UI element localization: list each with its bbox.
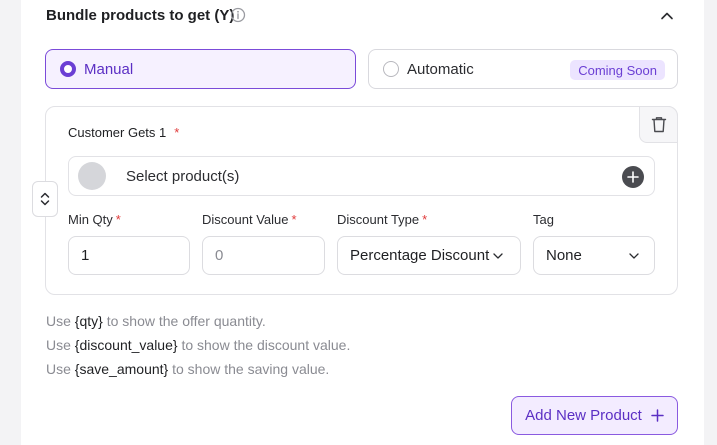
hint-code: {qty} (74, 313, 103, 329)
discount-value-input[interactable]: 0 (202, 236, 325, 275)
hint-suffix: to show the discount value. (177, 337, 351, 353)
tag-label: Tag (533, 212, 554, 227)
discount-type-select[interactable]: Percentage Discount (337, 236, 521, 275)
automatic-label: Automatic (407, 60, 474, 78)
plus-icon (651, 409, 664, 422)
hint-suffix: to show the saving value. (168, 361, 330, 377)
hint-suffix: to show the offer quantity. (102, 313, 266, 329)
hint-save-amount: Use {save_amount} to show the saving val… (46, 361, 329, 377)
required-mark: * (174, 125, 180, 140)
coming-soon-badge: Coming Soon (570, 60, 665, 80)
add-new-product-label: Add New Product (525, 407, 642, 424)
product-placeholder-avatar (78, 162, 106, 190)
min-qty-label-text: Min Qty (68, 212, 113, 227)
product-select-label: Select product(s) (126, 167, 240, 185)
hint-code: {discount_value} (74, 337, 178, 353)
hint-code: {save_amount} (74, 361, 169, 377)
info-icon[interactable] (230, 7, 246, 23)
required-mark: * (115, 212, 121, 227)
hint-discount-value: Use {discount_value} to show the discoun… (46, 337, 350, 353)
discount-type-label: Discount Type * (337, 212, 427, 227)
card-title: Customer Gets 1 * (68, 125, 179, 140)
section-title: Bundle products to get (Y) (46, 7, 235, 24)
required-mark: * (291, 212, 297, 227)
add-new-product-button[interactable]: Add New Product (511, 396, 678, 435)
chevron-up-down-icon (40, 192, 50, 206)
card-title-text: Customer Gets 1 (68, 125, 167, 140)
automatic-option[interactable]: Automatic Coming Soon (368, 49, 678, 89)
discount-type-label-text: Discount Type (337, 212, 420, 227)
product-selector[interactable]: Select product(s) (68, 156, 655, 196)
trash-icon (651, 117, 666, 133)
tag-value: None (546, 247, 582, 264)
min-qty-label: Min Qty * (68, 212, 121, 227)
chevron-down-icon (629, 253, 639, 259)
chevron-down-icon (493, 253, 503, 259)
add-product-icon[interactable] (622, 166, 644, 188)
manual-option[interactable]: Manual (45, 49, 356, 89)
discount-value-label-text: Discount Value (202, 212, 289, 227)
hint-prefix: Use (46, 337, 75, 353)
discount-type-value: Percentage Discount (350, 247, 490, 264)
chevron-up-icon[interactable] (659, 8, 675, 24)
hint-prefix: Use (46, 361, 75, 377)
tag-select[interactable]: None (533, 236, 655, 275)
manual-label: Manual (84, 60, 134, 78)
discount-value-placeholder: 0 (215, 247, 224, 264)
hint-qty: Use {qty} to show the offer quantity. (46, 313, 266, 329)
discount-value-label: Discount Value * (202, 212, 297, 227)
min-qty-value: 1 (81, 247, 90, 264)
min-qty-input[interactable]: 1 (68, 236, 190, 275)
manual-radio[interactable] (60, 61, 76, 77)
delete-button[interactable] (639, 106, 678, 143)
reorder-handle[interactable] (32, 181, 58, 217)
hint-prefix: Use (46, 313, 75, 329)
required-mark: * (422, 212, 428, 227)
automatic-radio[interactable] (383, 61, 399, 77)
